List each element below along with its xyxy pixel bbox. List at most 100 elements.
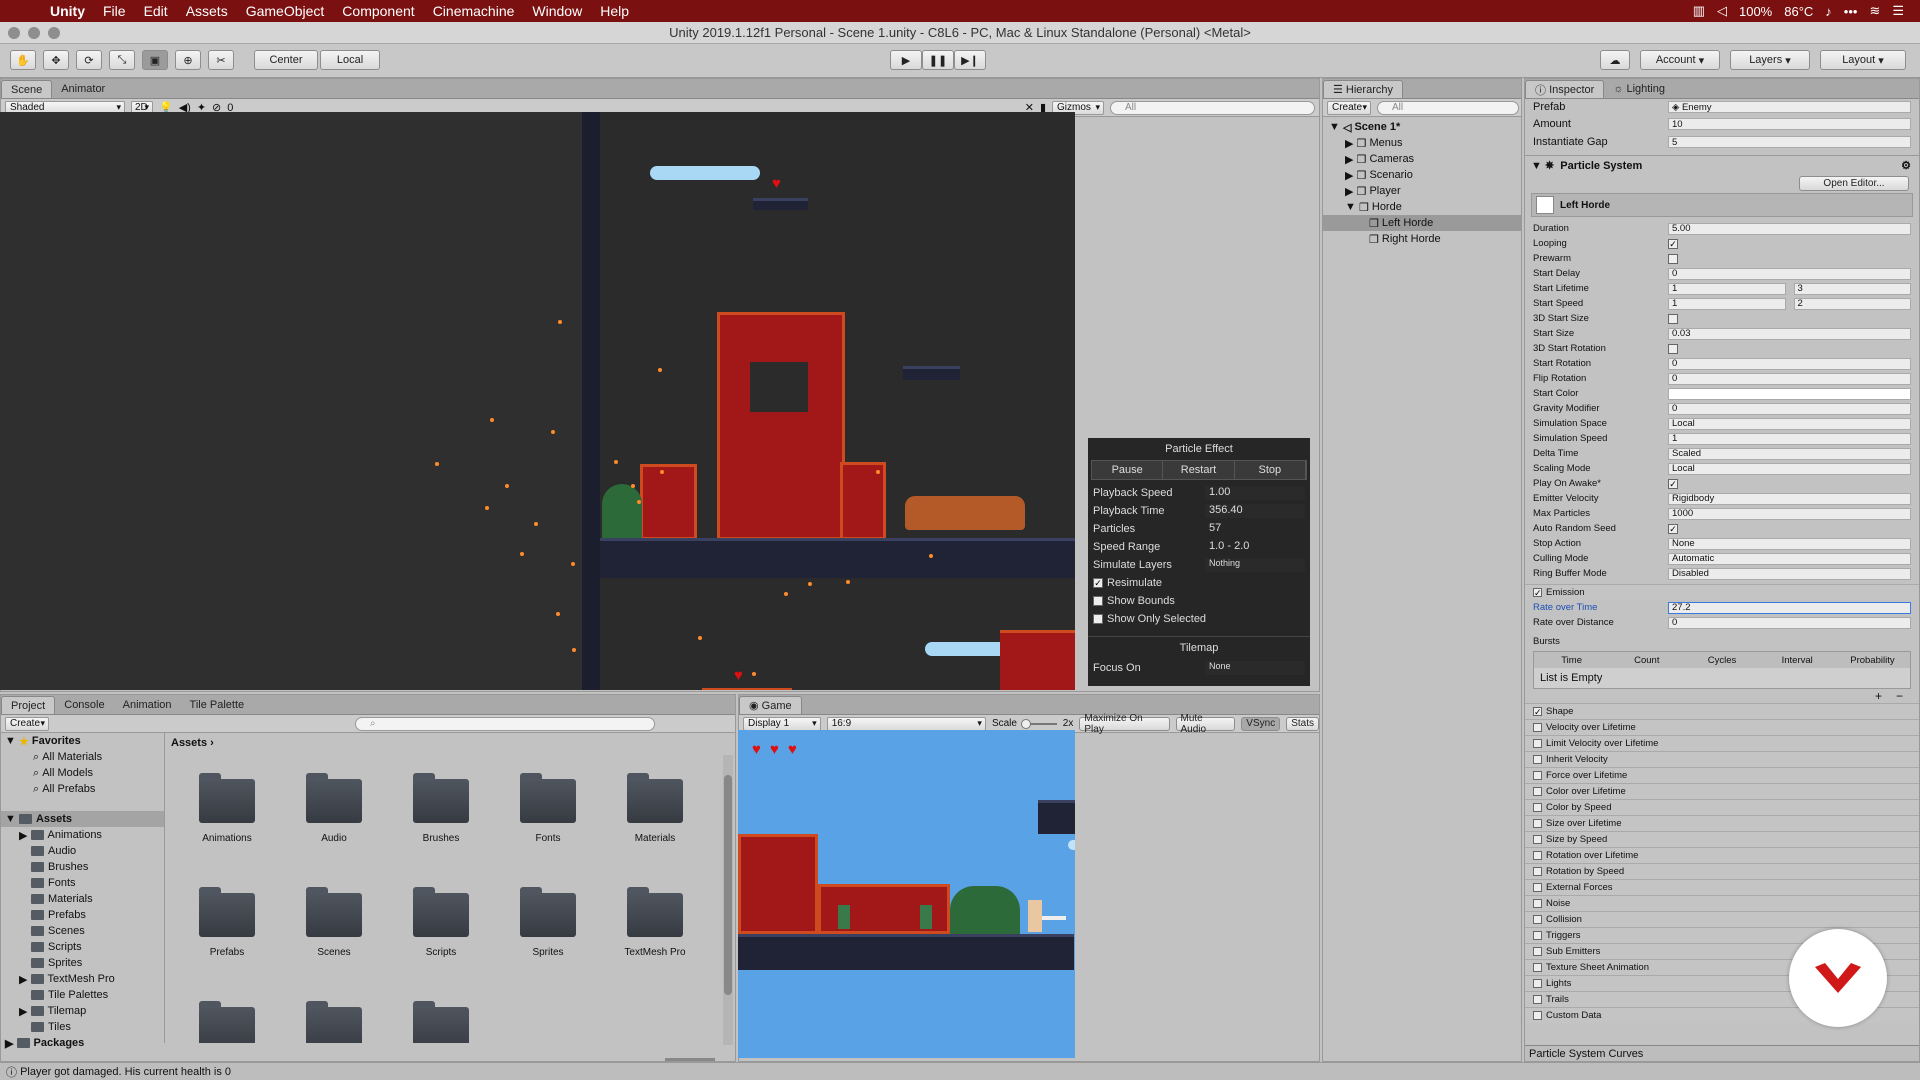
step-button[interactable]: ▶❙ <box>954 50 986 70</box>
duration-field[interactable]: 5.00 <box>1668 222 1911 235</box>
module-checkbox[interactable] <box>1533 787 1542 796</box>
scale-slider-thumb[interactable] <box>1020 718 1031 729</box>
particle-system-header[interactable]: ▼ ✵ Particle System ⚙ <box>1525 155 1919 175</box>
tree-folder-sprites[interactable]: Sprites <box>1 955 164 971</box>
flip-rotation-field[interactable]: 0 <box>1668 372 1911 385</box>
module-checkbox[interactable] <box>1533 771 1542 780</box>
start-size-field[interactable]: 0.03 <box>1668 327 1911 340</box>
ring-buffer-mode-dropdown[interactable]: Disabled <box>1668 567 1911 580</box>
tab-game[interactable]: ◉ Game <box>739 696 802 714</box>
module-checkbox[interactable] <box>1533 723 1542 732</box>
folder-scripts-icon[interactable] <box>413 887 469 937</box>
looping-checkbox[interactable]: ✓ <box>1668 238 1678 249</box>
start-color-swatch[interactable] <box>1668 387 1911 400</box>
prewarm-checkbox[interactable] <box>1668 253 1678 264</box>
menu-component[interactable]: Component <box>342 3 414 19</box>
scene-viewport[interactable]: ♥ ♥ <box>0 112 1075 690</box>
pivot-center-button[interactable]: Center <box>254 50 318 70</box>
module-size-by-speed[interactable]: Size by Speed <box>1525 831 1919 847</box>
folder-icon[interactable] <box>413 1001 469 1043</box>
tab-lighting[interactable]: ☼ Lighting <box>1604 80 1674 98</box>
folder-sprites-icon[interactable] <box>520 887 576 937</box>
module-checkbox[interactable]: ✓ <box>1533 707 1542 717</box>
play-on-awake-checkbox[interactable]: ✓ <box>1668 478 1678 489</box>
tree-folder-tilemap[interactable]: ▶ Tilemap <box>1 1003 164 1019</box>
emission-module-header[interactable]: ✓ Emission <box>1525 584 1919 600</box>
auto-random-seed-checkbox[interactable]: ✓ <box>1668 523 1678 534</box>
scene-root-item[interactable]: ▼ ◁ Scene 1* <box>1323 119 1521 135</box>
layout-dropdown[interactable]: Layout ▾ <box>1820 50 1906 70</box>
module-checkbox[interactable] <box>1533 819 1542 828</box>
folder-scenes-icon[interactable] <box>306 887 362 937</box>
module-size-over-lifetime[interactable]: Size over Lifetime <box>1525 815 1919 831</box>
particle-system-curves-bar[interactable]: Particle System Curves <box>1525 1045 1919 1061</box>
aspect-dropdown[interactable]: 16:9 <box>826 716 986 731</box>
transform-tool-icon[interactable]: ⊕ <box>175 50 201 70</box>
space-local-button[interactable]: Local <box>320 50 380 70</box>
module-color-by-speed[interactable]: Color by Speed <box>1525 799 1919 815</box>
icon-size-slider[interactable] <box>665 1058 715 1061</box>
cloud-icon[interactable]: ☁ <box>1600 50 1630 70</box>
menu-gameobject[interactable]: GameObject <box>246 3 325 19</box>
fav-all-models[interactable]: ⌕ All Models <box>1 765 164 781</box>
focus-on-dropdown[interactable]: None <box>1205 661 1305 675</box>
start-speed-max-field[interactable]: 2 <box>1793 297 1911 310</box>
mute-audio-button[interactable]: Mute Audio <box>1175 713 1236 735</box>
account-dropdown[interactable]: Account ▾ <box>1640 50 1720 70</box>
temperature-label[interactable]: 86°C <box>1784 4 1813 19</box>
show-only-selected-checkbox[interactable] <box>1093 614 1103 624</box>
menu-cinemachine[interactable]: Cinemachine <box>433 3 515 19</box>
start-speed-min-field[interactable]: 1 <box>1668 297 1786 310</box>
tree-folder-tiles[interactable]: Tiles <box>1 1019 164 1035</box>
status-message[interactable]: Player got damaged. His current health i… <box>20 1066 231 1078</box>
split-view-icon[interactable]: ▥ <box>1693 3 1705 19</box>
module-checkbox[interactable] <box>1533 739 1542 748</box>
display-dropdown[interactable]: Display 1 <box>743 716 821 731</box>
3d-start-rotation-checkbox[interactable] <box>1668 343 1678 354</box>
module-shape[interactable]: ✓ Shape <box>1525 703 1919 719</box>
hierarchy-item-left-horde[interactable]: ❒ Left Horde <box>1323 215 1521 231</box>
playback-time-field[interactable]: 356.40 <box>1205 504 1305 518</box>
favorites-item[interactable]: ▼ ★ Favorites <box>1 733 164 749</box>
system-name-header[interactable]: Left Horde <box>1531 193 1913 217</box>
module-checkbox[interactable] <box>1533 867 1542 876</box>
3d-start-size-checkbox[interactable] <box>1668 313 1678 324</box>
start-delay-field[interactable]: 0 <box>1668 267 1911 280</box>
remove-burst-icon[interactable]: − <box>1896 689 1903 703</box>
module-checkbox[interactable] <box>1533 851 1542 860</box>
hierarchy-item-scenario[interactable]: ▶ ❒ Scenario <box>1323 167 1521 183</box>
tree-folder-animations[interactable]: ▶ Animations <box>1 827 164 843</box>
close-window-button[interactable] <box>8 27 20 39</box>
project-search-input[interactable]: ⌕ <box>355 716 655 731</box>
zoom-window-button[interactable] <box>48 27 60 39</box>
folder-textmesh-pro-icon[interactable] <box>627 887 683 937</box>
tab-animator[interactable]: Animator <box>52 80 114 98</box>
menu-assets[interactable]: Assets <box>186 3 228 19</box>
max-particles-field[interactable]: 1000 <box>1668 507 1911 520</box>
tab-tile-palette[interactable]: Tile Palette <box>181 696 254 714</box>
tree-folder-materials[interactable]: Materials <box>1 891 164 907</box>
wifi-icon[interactable]: ≋ <box>1869 3 1880 19</box>
menu-app[interactable]: Unity <box>50 3 85 19</box>
tree-folder-scripts[interactable]: Scripts <box>1 939 164 955</box>
open-editor-button[interactable]: Open Editor... <box>1799 176 1909 191</box>
volume-muted-icon[interactable]: ◁ <box>1717 3 1727 19</box>
minimize-window-button[interactable] <box>28 27 40 39</box>
fav-all-materials[interactable]: ⌕ All Materials <box>1 749 164 765</box>
asset-grid-scrollbar[interactable] <box>723 755 733 1045</box>
resimulate-checkbox[interactable]: ✓ <box>1093 578 1103 588</box>
module-checkbox[interactable] <box>1533 979 1542 988</box>
module-checkbox[interactable] <box>1533 915 1542 924</box>
tree-folder-brushes[interactable]: Brushes <box>1 859 164 875</box>
pause-effect-button[interactable]: Pause <box>1092 461 1164 479</box>
emitter-velocity-dropdown[interactable]: Rigidbody <box>1668 492 1911 505</box>
battery-label[interactable]: 100% <box>1739 4 1772 19</box>
module-rotation-over-lifetime[interactable]: Rotation over Lifetime <box>1525 847 1919 863</box>
rate-over-distance-field[interactable]: 0 <box>1668 616 1911 629</box>
scrollbar-thumb[interactable] <box>724 775 732 995</box>
folder-audio-icon[interactable] <box>306 773 362 823</box>
folder-animations-icon[interactable] <box>199 773 255 823</box>
stop-effect-button[interactable]: Stop <box>1234 461 1306 479</box>
tab-animation[interactable]: Animation <box>114 696 181 714</box>
simulation-speed-field[interactable]: 1 <box>1668 432 1911 445</box>
